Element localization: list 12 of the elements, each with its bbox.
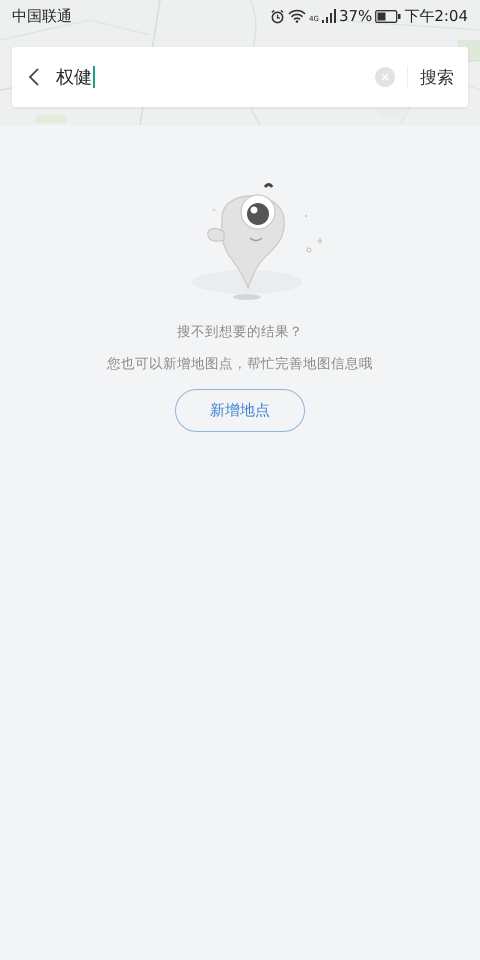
wifi-icon [288, 9, 306, 23]
search-field[interactable]: 权健 [56, 65, 375, 89]
search-button[interactable]: 搜索 [420, 66, 454, 88]
carrier-name: 中国联通 [12, 6, 72, 26]
alarm-clock-icon [270, 8, 286, 24]
clock-time: 下午2:04 [404, 6, 468, 26]
battery-icon [375, 10, 402, 22]
add-place-button[interactable]: 新增地点 [175, 389, 305, 432]
empty-message: 您也可以新增地图点，帮忙完善地图信息哦 [107, 355, 373, 373]
battery-percent: 37% [338, 7, 372, 25]
signal-icon [322, 9, 336, 23]
empty-title: 搜不到想要的结果？ [177, 323, 303, 341]
